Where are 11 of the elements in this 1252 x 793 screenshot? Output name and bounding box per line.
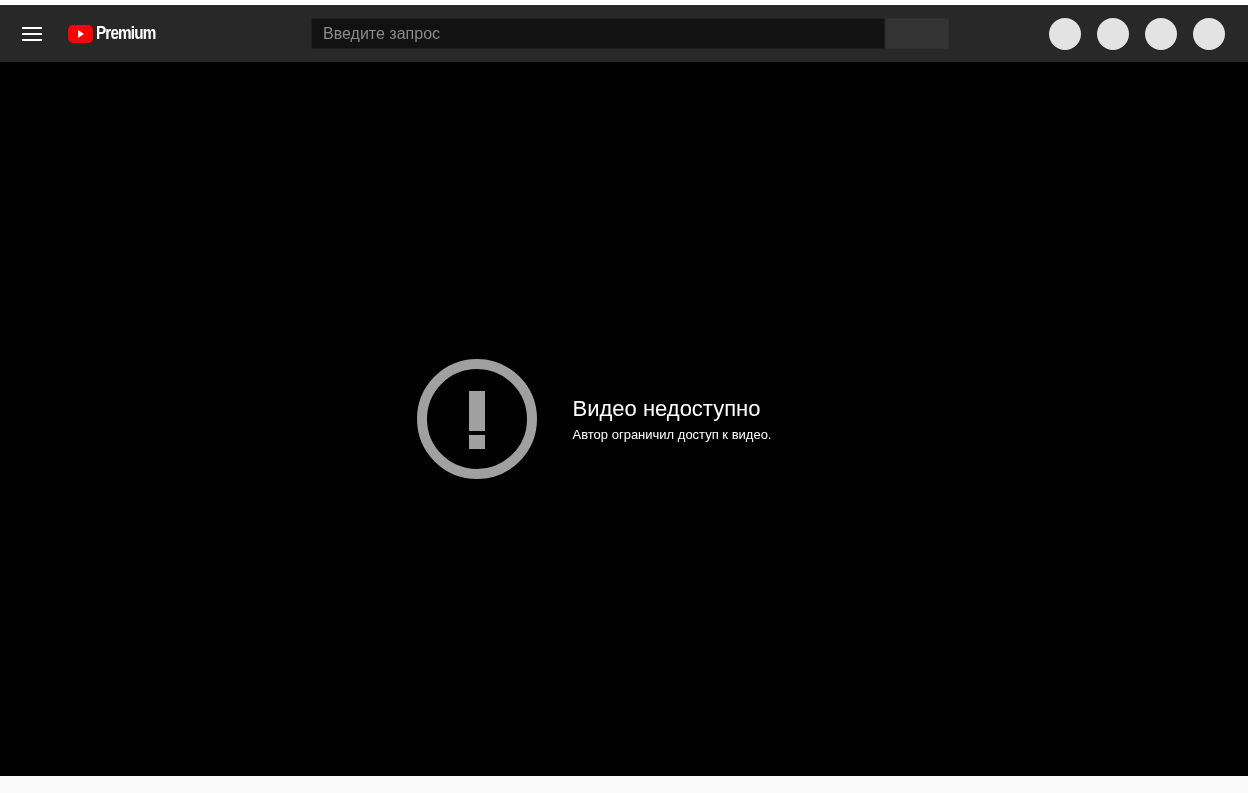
logo-text[interactable]: Premium [96, 23, 156, 44]
error-title: Видео недоступно [572, 396, 762, 422]
circle-icon[interactable] [1145, 17, 1177, 50]
play-logo-icon[interactable] [68, 24, 93, 43]
exclamation-circle-icon [416, 359, 537, 479]
circle-icon[interactable] [1193, 17, 1225, 50]
circle-icon[interactable] [1049, 17, 1081, 50]
circle-icon[interactable] [1097, 17, 1129, 50]
error-message: Автор ограничил доступ к видео. [572, 427, 772, 442]
search-field[interactable]: Введите запрос [311, 18, 886, 49]
menu-icon[interactable] [22, 26, 42, 41]
